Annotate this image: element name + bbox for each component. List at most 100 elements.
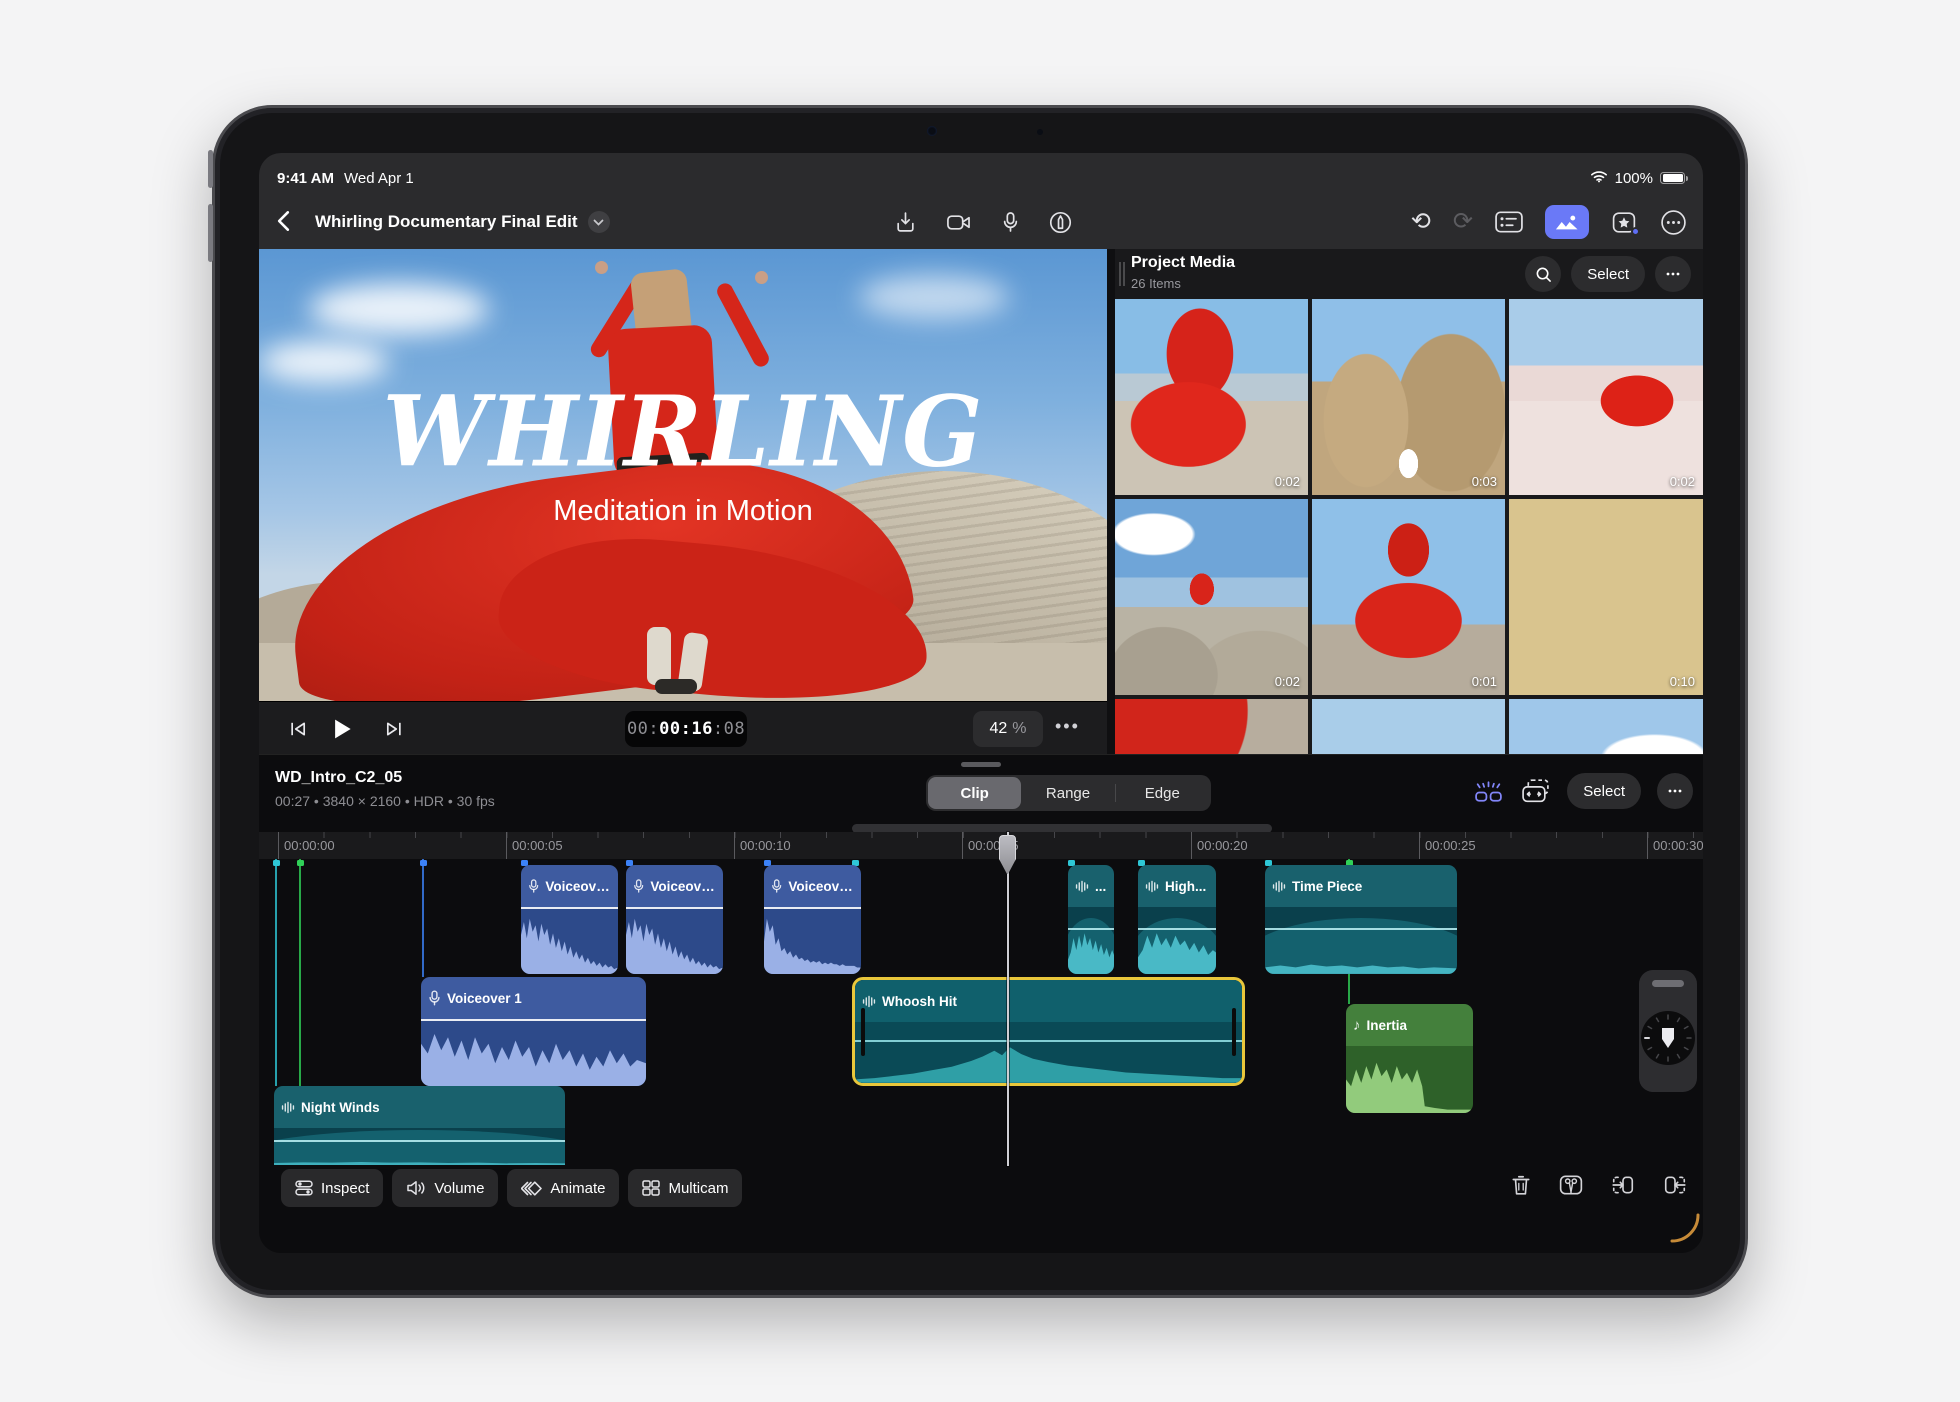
multicam-grid-icon — [642, 1180, 661, 1196]
media-search-button[interactable] — [1525, 256, 1562, 292]
magnetic-timeline-button[interactable] — [1473, 779, 1504, 804]
delete-clip-button[interactable] — [1511, 1174, 1531, 1201]
volume-button[interactable]: Volume — [392, 1169, 499, 1207]
media-thumbnail[interactable]: 0:03 — [1312, 299, 1505, 495]
multicam-button[interactable]: Multicam — [628, 1169, 743, 1207]
timeline-clip-high[interactable]: High... — [1138, 865, 1216, 974]
split-clip-button[interactable] — [1559, 1174, 1583, 1201]
trim-handle-right[interactable] — [1232, 1007, 1236, 1056]
record-voiceover-button[interactable] — [1002, 211, 1019, 233]
viewer-more-button[interactable]: ••• — [1055, 716, 1080, 737]
inspector-icon — [295, 1180, 313, 1196]
pencil-tool-button[interactable] — [1049, 211, 1072, 234]
panel-drag-handle[interactable] — [1119, 262, 1125, 286]
microphone-icon — [634, 879, 644, 893]
insert-left-icon — [1612, 1176, 1634, 1194]
clip-action-icons — [1511, 1174, 1687, 1201]
media-thumbnail[interactable]: 0:01 — [1312, 499, 1505, 695]
tab-range[interactable]: Range — [1021, 777, 1114, 809]
ellipsis-circle-icon — [1661, 209, 1686, 235]
jog-wheel[interactable] — [1639, 970, 1697, 1092]
media-thumbnail[interactable]: 0:02 — [1115, 299, 1308, 495]
insert-clip-button[interactable] — [1611, 1175, 1635, 1200]
notification-dot — [1631, 226, 1640, 236]
microphone-icon — [429, 990, 440, 1006]
media-panel-header: Project Media 26 Items Select — [1115, 249, 1703, 299]
redo-button[interactable]: ⟳ — [1453, 210, 1473, 234]
tab-clip[interactable]: Clip — [928, 777, 1022, 809]
media-thumbnail[interactable] — [1509, 699, 1703, 754]
timeline-panel: WD_Intro_C2_05 00:27 • 3840 × 2160 • HDR… — [259, 754, 1703, 1253]
jog-wheel-icon — [1639, 970, 1697, 1092]
playback-zoom-button[interactable]: 42 % — [973, 711, 1043, 747]
camera-sensor — [1037, 129, 1043, 135]
connect-clip-button[interactable] — [1520, 778, 1551, 804]
skip-to-end-button[interactable] — [377, 712, 411, 746]
timeline-clip-sfx-small[interactable]: ... — [1068, 865, 1114, 974]
ellipsis-icon — [1668, 789, 1682, 793]
record-video-button[interactable] — [946, 213, 972, 232]
timeline-more-button[interactable] — [1657, 773, 1693, 809]
overwrite-clip-button[interactable] — [1663, 1175, 1687, 1200]
microphone-icon — [1003, 212, 1018, 232]
project-media-panel: Project Media 26 Items Select 0:02 0:03 … — [1115, 249, 1703, 754]
clock: 9:41 AM — [277, 169, 334, 187]
timeline-clip-voiceover3[interactable]: Voiceover 3 — [764, 865, 861, 974]
waveform-icon — [1145, 880, 1159, 892]
timeline-clip-voiceover1[interactable]: Voiceover 1 — [421, 977, 646, 1086]
capture-tools — [895, 203, 1072, 241]
timeline-clip-voiceover2[interactable]: Voiceover 2 — [521, 865, 618, 974]
animate-button[interactable]: Animate — [507, 1169, 620, 1207]
video-viewer[interactable]: WHIRLING Meditation in Motion — [259, 249, 1107, 701]
media-thumbnail[interactable]: 0:10 — [1509, 499, 1703, 695]
import-media-button[interactable] — [895, 211, 916, 234]
timecode-display[interactable]: 00: 00:16:08 — [625, 711, 747, 747]
media-browser-button[interactable] — [1545, 205, 1589, 239]
project-title-menu[interactable]: Whirling Documentary Final Edit — [315, 211, 610, 233]
media-select-button[interactable]: Select — [1571, 256, 1645, 292]
media-thumbnail[interactable] — [1115, 699, 1308, 754]
overwrite-clips-icon — [1522, 779, 1550, 803]
timeline-resize-handle[interactable] — [961, 762, 1001, 767]
back-button[interactable] — [277, 205, 307, 237]
media-item-count: 26 Items — [1131, 276, 1181, 291]
viewer-subtitle-overlay: Meditation in Motion — [553, 495, 813, 527]
media-thumbnail[interactable]: 0:02 — [1115, 499, 1308, 695]
index-panel-button[interactable] — [1495, 211, 1523, 233]
media-panel-title: Project Media — [1131, 254, 1236, 271]
timeline-clip-voiceover2b[interactable]: Voiceover 2 — [626, 865, 723, 974]
play-button[interactable] — [325, 712, 359, 746]
media-thumbnail[interactable]: 0:02 — [1509, 299, 1703, 495]
skip-to-start-button[interactable] — [281, 712, 315, 746]
play-icon — [335, 719, 351, 739]
timeline-select-button[interactable]: Select — [1567, 773, 1641, 809]
cloud — [309, 283, 489, 335]
ipad-device-frame: 9:41 AM Wed Apr 1 100% Whirling Document… — [208, 105, 1748, 1298]
media-thumbnail[interactable] — [1312, 699, 1505, 754]
undo-button[interactable]: ⟲ — [1411, 210, 1431, 234]
playhead-handle[interactable] — [999, 835, 1016, 875]
timeline-clip-night-winds[interactable]: Night Winds — [274, 1086, 565, 1165]
timeline-clip-whoosh-hit-selected[interactable]: Whoosh Hit — [852, 977, 1245, 1086]
edit-toolbar: Inspect Volume Animate Multicam — [281, 1169, 743, 1207]
trash-icon — [1512, 1175, 1530, 1195]
timeline-ruler[interactable]: 00:00:00 00:00:05 00:00:10 00:00:15 00:0… — [259, 832, 1703, 859]
music-note-icon: ♪ — [1353, 1016, 1361, 1034]
inspect-button[interactable]: Inspect — [281, 1169, 384, 1207]
view-tools: ⟲ ⟳ — [1411, 203, 1687, 241]
tab-edge[interactable]: Edge — [1116, 777, 1209, 809]
timeline-clip-inertia[interactable]: ♪ Inertia — [1346, 1004, 1473, 1113]
more-options-button[interactable] — [1660, 209, 1687, 236]
project-title: Whirling Documentary Final Edit — [315, 212, 578, 231]
edit-mode-segmented-control: Clip Range Edge — [926, 775, 1211, 811]
status-bar: 9:41 AM Wed Apr 1 100% — [259, 153, 1703, 195]
media-more-button[interactable] — [1655, 256, 1691, 292]
trim-handle-left[interactable] — [861, 1007, 865, 1056]
volume-button — [208, 150, 213, 188]
playhead-line[interactable] — [1007, 832, 1009, 1166]
speaker-icon — [407, 1181, 425, 1195]
timeline-clip-timepiece[interactable]: Time Piece — [1265, 865, 1457, 974]
effects-button[interactable] — [1611, 210, 1640, 236]
timeline-actions: Select — [1473, 773, 1693, 809]
app-toolbar: Whirling Documentary Final Edit ⟲ ⟳ — [259, 195, 1703, 249]
